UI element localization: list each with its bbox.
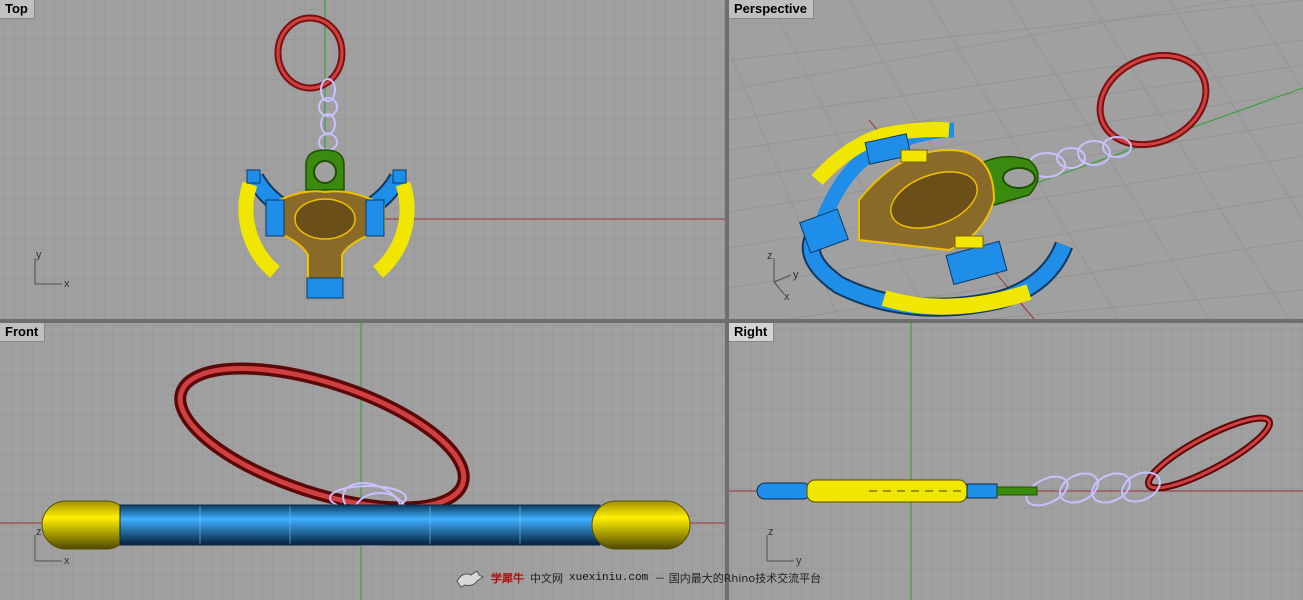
wheel-rim-tube bbox=[119, 504, 601, 546]
axis-label-x: x bbox=[784, 291, 790, 303]
front-scene: z x bbox=[0, 323, 725, 600]
wheel-mount bbox=[996, 486, 1038, 496]
rim-blue-section bbox=[756, 482, 812, 500]
right-grip bbox=[365, 199, 385, 237]
rhino-logo-icon bbox=[456, 570, 484, 588]
watermark-tagline: － 国内最大的Rhino技术交流平台 bbox=[654, 572, 822, 585]
viewport-label-right[interactable]: Right bbox=[729, 323, 775, 342]
axis-label-y: y bbox=[36, 249, 42, 261]
viewport-label-perspective[interactable]: Perspective bbox=[729, 0, 814, 19]
viewport-label-top[interactable]: Top bbox=[0, 0, 35, 19]
axis-label-z: z bbox=[767, 250, 773, 262]
left-end-cap bbox=[41, 500, 131, 550]
axis-label-z: z bbox=[768, 526, 774, 538]
viewport-label-front[interactable]: Front bbox=[0, 323, 46, 342]
viewport-right[interactable]: z y Right bbox=[729, 323, 1303, 600]
right-scene: z y bbox=[729, 323, 1303, 600]
axis-label-y: y bbox=[793, 269, 799, 281]
watermark-brand: 学犀牛 bbox=[491, 572, 524, 585]
top-scene: y x bbox=[0, 0, 725, 319]
left-grip bbox=[265, 199, 285, 237]
right-end-cap bbox=[591, 500, 691, 550]
viewport-top[interactable]: y x Top bbox=[0, 0, 725, 319]
grip-section bbox=[966, 483, 998, 499]
axis-label-x: x bbox=[64, 555, 70, 567]
watermark: 学犀牛 中文网 xuexiniu.com － 国内最大的Rhino技术交流平台 bbox=[455, 566, 821, 590]
perspective-scene: z y x bbox=[729, 0, 1303, 319]
viewport-perspective[interactable]: z y x Perspective bbox=[729, 0, 1303, 319]
axis-label-x: x bbox=[64, 278, 70, 290]
watermark-url: xuexiniu.com bbox=[569, 572, 649, 584]
axis-label-z: z bbox=[36, 526, 42, 538]
viewport-front[interactable]: z x Front bbox=[0, 323, 725, 600]
bottom-grip bbox=[306, 277, 344, 299]
watermark-site: 中文网 bbox=[530, 572, 563, 585]
